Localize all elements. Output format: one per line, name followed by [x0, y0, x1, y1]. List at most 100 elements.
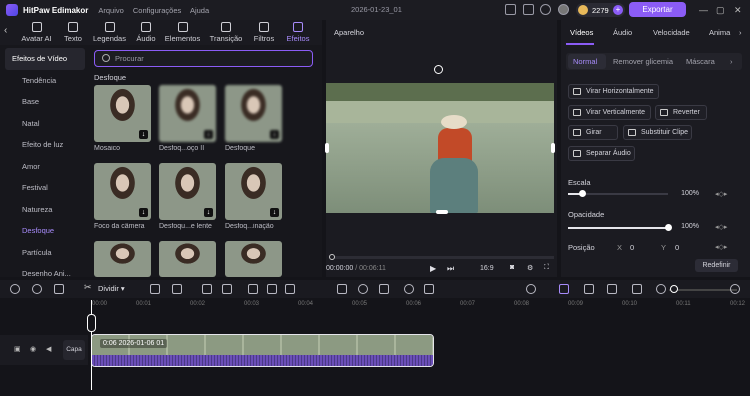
effect-thumb[interactable]: ↓ — [94, 85, 151, 142]
tab-legendas[interactable]: Legendas — [87, 20, 132, 45]
scale-value[interactable]: 100% — [675, 190, 699, 197]
visibility-icon[interactable]: ◉ — [30, 345, 36, 353]
chain-icon[interactable] — [607, 284, 617, 294]
resize-handle[interactable] — [551, 143, 555, 153]
fullscreen-icon[interactable]: ⛶ — [544, 264, 549, 272]
slider-knob[interactable] — [579, 190, 586, 197]
marker-icon[interactable] — [150, 284, 160, 294]
link-icon[interactable] — [559, 284, 569, 294]
flip-horizontal-button[interactable]: Virar Horizontalmente — [568, 84, 659, 99]
minimize-icon[interactable]: — — [699, 5, 708, 15]
add-credits-icon[interactable]: + — [613, 5, 623, 15]
zoom-out-icon[interactable] — [656, 284, 666, 294]
reverse-button[interactable]: Reverter — [655, 105, 707, 120]
search-input[interactable]: Procurar — [94, 50, 313, 67]
download-icon[interactable]: ↓ — [204, 130, 213, 139]
tab-texto[interactable]: Texto — [59, 20, 87, 45]
tab-elementos[interactable]: Elementos — [160, 20, 205, 45]
keyframe-nav-icon[interactable]: ◂◇▸ — [715, 243, 727, 251]
effect-thumb[interactable]: ↓ — [94, 163, 151, 220]
zoom-slider[interactable] — [669, 289, 737, 291]
zoom-in-icon[interactable] — [730, 284, 740, 294]
lock-icon[interactable]: ▣ — [14, 345, 21, 353]
screen-icon[interactable] — [505, 4, 516, 15]
download-icon[interactable]: ↓ — [139, 208, 148, 217]
replace-clip-button[interactable]: Substituir Clipe — [623, 125, 692, 140]
menu-configuracoes[interactable]: Configurações — [133, 6, 181, 15]
resize-handle[interactable] — [325, 143, 329, 153]
tab-animacao[interactable]: Anima — [709, 28, 733, 37]
effect-thumb[interactable] — [225, 241, 282, 277]
effect-thumb[interactable]: ↓ — [159, 163, 216, 220]
delete-icon[interactable] — [54, 284, 64, 294]
download-icon[interactable]: ↓ — [139, 130, 148, 139]
category-item[interactable]: Tendência — [5, 70, 85, 92]
category-item-active[interactable]: Desfoque — [5, 220, 85, 242]
subtab-mascara[interactable]: Máscara — [686, 57, 715, 66]
freeze-icon[interactable] — [222, 284, 232, 294]
download-icon[interactable]: ↓ — [270, 130, 279, 139]
tab-efeitos[interactable]: Efeitos — [281, 20, 315, 45]
tab-transicao[interactable]: Transição — [205, 20, 247, 45]
category-item[interactable]: Efeitos de Vídeo — [5, 48, 85, 70]
chevron-right-icon[interactable]: › — [730, 57, 733, 66]
category-item[interactable]: Amor — [5, 156, 85, 178]
opacity-value[interactable]: 100% — [675, 223, 699, 230]
tab-velocidade[interactable]: Velocidade — [653, 28, 690, 37]
y-value[interactable]: 0 — [675, 243, 679, 252]
effect-thumb[interactable] — [159, 241, 216, 277]
screen-tool-icon[interactable] — [337, 284, 347, 294]
face-icon[interactable] — [358, 284, 368, 294]
scissors-icon[interactable]: ✂ — [84, 282, 94, 292]
crop-icon[interactable] — [202, 284, 212, 294]
reset-button[interactable]: Redefinir — [695, 259, 738, 272]
cover-button[interactable]: Capa — [63, 340, 85, 360]
menu-ajuda[interactable]: Ajuda — [190, 6, 209, 15]
video-clip[interactable]: 0:06 2026-01-06 01 — [91, 334, 434, 367]
snapshot-icon[interactable]: ◙ — [510, 264, 514, 271]
keyframe-nav-icon[interactable]: ◂◇▸ — [715, 190, 727, 198]
undo-icon[interactable] — [10, 284, 20, 294]
split-button[interactable]: Dividir ▾ — [98, 284, 125, 293]
rotate-handle-icon[interactable] — [434, 65, 443, 74]
rotate-button[interactable]: Girar — [568, 125, 618, 140]
category-item[interactable]: Efeito de luz — [5, 134, 85, 156]
speed-icon[interactable] — [404, 284, 414, 294]
category-item[interactable]: Natal — [5, 113, 85, 135]
tab-audio[interactable]: Áudio — [132, 20, 160, 45]
maximize-icon[interactable]: ▢ — [716, 5, 725, 16]
redo-icon[interactable] — [32, 284, 42, 294]
mail-icon[interactable] — [523, 4, 534, 15]
playback-progress[interactable] — [329, 254, 554, 260]
category-item[interactable]: Base — [5, 91, 85, 113]
category-item[interactable]: Partícula — [5, 242, 85, 264]
opacity-slider[interactable] — [568, 224, 672, 231]
video-canvas[interactable] — [326, 83, 554, 213]
export-button[interactable]: Exportar — [629, 2, 686, 17]
chevron-left-icon[interactable]: ‹ — [0, 20, 14, 45]
x-value[interactable]: 0 — [630, 243, 634, 252]
tab-filtros[interactable]: Filtros — [247, 20, 281, 45]
flip-vertical-button[interactable]: Virar Verticalmente — [568, 105, 651, 120]
effect-thumb[interactable]: ↓ — [225, 85, 282, 142]
next-frame-icon[interactable]: ⏭ — [447, 264, 454, 274]
tab-videos[interactable]: Vídeos — [570, 28, 593, 37]
microphone-icon[interactable] — [526, 284, 536, 294]
subtab-remover-glicemia[interactable]: Remover glicemia — [613, 57, 673, 66]
close-icon[interactable]: ✕ — [734, 5, 742, 16]
resize-handle[interactable] — [436, 210, 448, 214]
slider-knob[interactable] — [665, 224, 672, 231]
settings-icon[interactable]: ⚙ — [527, 264, 533, 272]
effect-thumb[interactable]: ↓ — [225, 163, 282, 220]
effect-thumb[interactable] — [94, 241, 151, 277]
zoom-knob[interactable] — [670, 285, 678, 293]
snap-icon[interactable] — [584, 284, 594, 294]
mirror-icon[interactable] — [267, 284, 277, 294]
audio-wave-icon[interactable] — [285, 284, 295, 294]
play-icon[interactable]: ▶ — [430, 264, 436, 273]
timeline-ruler[interactable]: 00:00 00:01 00:02 00:03 00:04 00:05 00:0… — [90, 298, 750, 310]
duration-icon[interactable] — [248, 284, 258, 294]
text-tool-icon[interactable] — [172, 284, 182, 294]
credits-badge[interactable]: 2279 + — [576, 3, 625, 17]
subtab-normal[interactable]: Normal — [573, 57, 597, 66]
